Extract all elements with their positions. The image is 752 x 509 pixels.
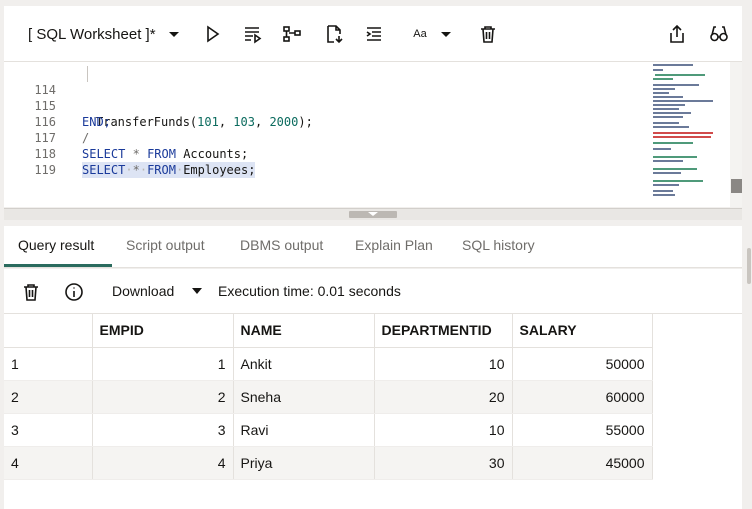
run-script-icon[interactable] [240, 22, 264, 46]
row-number: 2 [4, 380, 93, 414]
chevron-down-icon[interactable] [192, 288, 202, 294]
clear-icon[interactable] [476, 22, 500, 46]
editor-line: 115 END; [4, 82, 111, 129]
cell-name[interactable]: Priya [233, 446, 375, 480]
cell-empid[interactable]: 4 [92, 446, 234, 480]
cell-empid[interactable]: 3 [92, 413, 234, 447]
row-number: 3 [4, 413, 93, 447]
table-row[interactable]: 1 1 Ankit 10 50000 [4, 347, 653, 381]
tab-script-output[interactable]: Script output [126, 237, 205, 253]
tab-dbms-output[interactable]: DBMS output [240, 237, 323, 253]
glasses-icon[interactable] [707, 22, 731, 46]
cell-empid[interactable]: 2 [92, 380, 234, 414]
column-header[interactable]: SALARY [512, 314, 653, 348]
cell-departmentid[interactable]: 20 [374, 380, 513, 414]
cell-name[interactable]: Ankit [233, 347, 375, 381]
tab-explain-plan[interactable]: Explain Plan [355, 237, 433, 253]
worksheet-toolbar: [ SQL Worksheet ]* Aa [4, 6, 742, 62]
row-number: 4 [4, 446, 93, 480]
font-size-label: Aa [413, 28, 427, 40]
editor-scrollbar[interactable] [730, 62, 742, 207]
pane-splitter[interactable] [4, 208, 742, 220]
run-icon[interactable] [200, 22, 224, 46]
editor-line: 118 SELECT·*·FROM·Employees; [4, 130, 256, 178]
font-size-button[interactable]: Aa [408, 22, 432, 46]
cell-salary[interactable]: 60000 [512, 380, 653, 414]
cell-salary[interactable]: 50000 [512, 347, 653, 381]
collapse-arrow-icon [368, 212, 378, 216]
explain-plan-icon[interactable] [280, 22, 304, 46]
column-header[interactable]: DEPARTMENTID [374, 314, 513, 348]
code-text-selected: SELECT·*·FROM·Employees; [82, 162, 256, 178]
editor-line: 116 / [4, 98, 89, 145]
execution-time: Execution time: 0.01 seconds [218, 283, 401, 299]
cell-departmentid[interactable]: 10 [374, 413, 513, 447]
editor-minimap[interactable] [641, 62, 733, 207]
format-icon[interactable] [362, 22, 386, 46]
editor-line: 119 [4, 146, 56, 177]
code-editor[interactable]: 114 TransferFunds(101, 103, 2000); 115 E… [4, 62, 742, 207]
editor-line: 117 SELECT * FROM Accounts; [4, 114, 248, 161]
table-row[interactable]: 2 2 Sneha 20 60000 [4, 380, 653, 414]
results-toolbar: Download Execution time: 0.01 seconds [4, 269, 742, 313]
cell-departmentid[interactable]: 30 [374, 446, 513, 480]
cell-empid[interactable]: 1 [92, 347, 234, 381]
row-number: 1 [4, 347, 93, 381]
info-icon[interactable] [63, 281, 85, 303]
cell-name[interactable]: Ravi [233, 413, 375, 447]
cell-salary[interactable]: 45000 [512, 446, 653, 480]
tab-query-result[interactable]: Query result [18, 237, 94, 253]
autotrace-icon[interactable] [322, 22, 346, 46]
cell-departmentid[interactable]: 10 [374, 347, 513, 381]
share-icon[interactable] [665, 22, 689, 46]
grid-header-row: EMPID NAME DEPARTMENTID SALARY [4, 314, 653, 348]
download-button[interactable]: Download [112, 283, 174, 299]
active-tab-indicator [4, 264, 112, 267]
column-header[interactable]: EMPID [92, 314, 234, 348]
code-text: SELECT * FROM Accounts; [82, 147, 249, 161]
code-text: / [82, 131, 90, 145]
column-header[interactable]: NAME [233, 314, 375, 348]
output-tabs: Query result Script output DBMS output E… [4, 226, 742, 268]
worksheet-title[interactable]: [ SQL Worksheet ]* [28, 26, 156, 43]
code-text: END; [82, 115, 111, 129]
line-number: 119 [34, 163, 56, 177]
cell-name[interactable]: Sneha [233, 380, 375, 414]
table-row[interactable]: 3 3 Ravi 10 55000 [4, 413, 653, 447]
code-text: TransferFunds(101, 103, 2000); [96, 115, 313, 129]
editor-line: 114 TransferFunds(101, 103, 2000); [4, 66, 313, 129]
scrollbar-thumb[interactable] [731, 179, 742, 193]
chevron-down-icon[interactable] [434, 22, 458, 46]
trash-icon[interactable] [20, 281, 42, 303]
table-row[interactable]: 4 4 Priya 30 45000 [4, 446, 653, 480]
resize-grip[interactable] [747, 248, 751, 284]
results-grid: EMPID NAME DEPARTMENTID SALARY 1 1 Ankit… [4, 313, 742, 509]
tab-sql-history[interactable]: SQL history [462, 237, 535, 253]
cell-salary[interactable]: 55000 [512, 413, 653, 447]
chevron-down-icon[interactable] [162, 22, 186, 46]
row-number-header [4, 314, 93, 348]
